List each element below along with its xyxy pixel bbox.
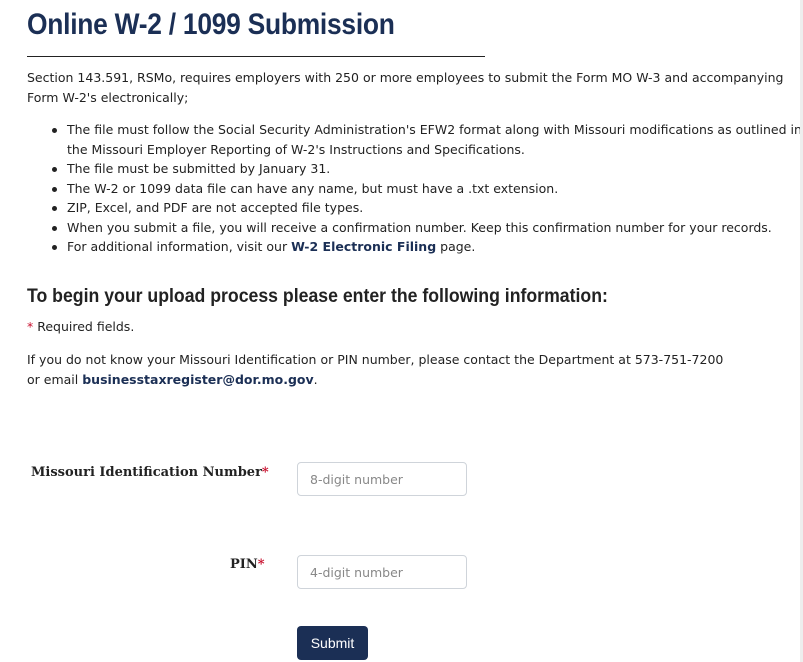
- mo-id-label-text: Missouri Identification Number: [31, 465, 262, 480]
- mo-id-input[interactable]: [297, 462, 467, 496]
- required-star: *: [257, 557, 265, 572]
- list-item: The file must follow the Social Security…: [47, 120, 802, 159]
- submit-button[interactable]: Submit: [297, 626, 368, 660]
- list-item-text: page.: [436, 239, 476, 254]
- list-item: ZIP, Excel, and PDF are not accepted fil…: [47, 198, 802, 218]
- contact-text: If you do not know your Missouri Identif…: [27, 352, 724, 367]
- list-item: The W-2 or 1099 data file can have any n…: [47, 179, 802, 199]
- pin-input[interactable]: [297, 555, 467, 589]
- mo-id-label: Missouri Identification Number*: [31, 465, 269, 480]
- pin-label: PIN*: [230, 557, 265, 572]
- requirements-list: The file must follow the Social Security…: [47, 120, 802, 257]
- page-title: Online W-2 / 1099 Submission: [27, 8, 395, 41]
- required-star: *: [261, 465, 269, 480]
- pin-label-text: PIN: [230, 557, 258, 572]
- contact-paragraph: If you do not know your Missouri Identif…: [27, 350, 799, 389]
- contact-email-prefix: or email: [27, 371, 83, 387]
- contact-email-suffix: .: [313, 371, 318, 387]
- w2-electronic-filing-link[interactable]: W-2 Electronic Filing: [291, 239, 436, 254]
- title-divider: [27, 56, 485, 57]
- page: Online W-2 / 1099 Submission Section 143…: [0, 0, 803, 662]
- required-fields-note: * Required fields.: [27, 319, 134, 334]
- intro-paragraph: Section 143.591, RSMo, requires employer…: [27, 70, 784, 105]
- list-item: For additional information, visit our W-…: [47, 237, 802, 257]
- list-item-text: For additional information, visit our: [67, 239, 292, 254]
- list-item: The file must be submitted by January 31…: [47, 159, 802, 179]
- list-item: When you submit a file, you will receive…: [47, 218, 802, 238]
- required-fields-text: Required fields.: [33, 319, 135, 334]
- upload-heading: To begin your upload process please ente…: [27, 286, 608, 307]
- contact-email-link[interactable]: businesstaxregister@dor.mo.gov: [82, 372, 313, 387]
